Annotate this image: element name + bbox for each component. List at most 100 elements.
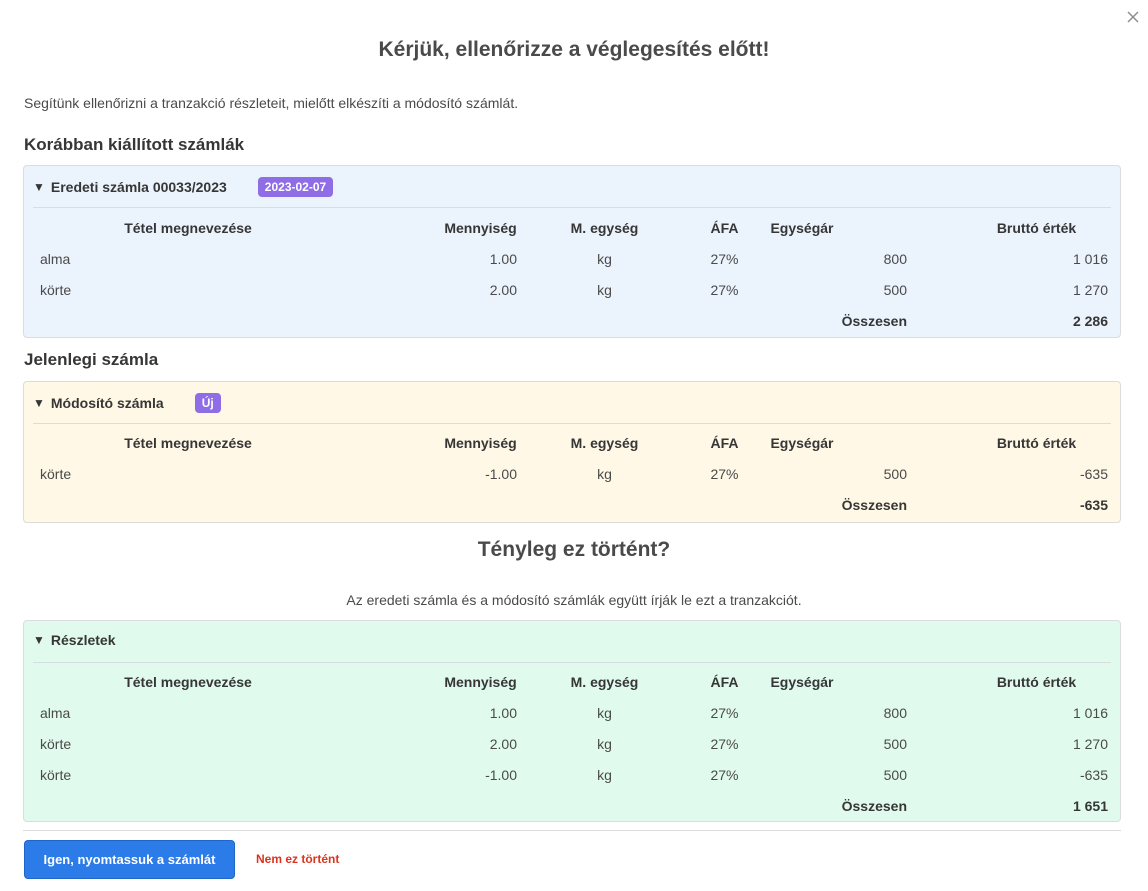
column-header: M. egység (570, 673, 639, 690)
empty-cell (692, 305, 757, 336)
empty-cell (24, 790, 314, 821)
column-header: Bruttó érték (996, 219, 1077, 236)
confirmation-subtitle: Az eredeti számla és a módosító számlák … (346, 592, 802, 608)
divider (33, 423, 1111, 424)
table-header-row: Tétel megnevezése Mennyiség M. egység ÁFA Eg… (24, 427, 1122, 458)
current-section-title: Jelenlegi számla (24, 350, 159, 369)
empty-cell (24, 305, 314, 336)
cell-unit: kg (597, 465, 612, 482)
dialog-title: Kérjük, ellenőrizze a véglegesítés előtt… (378, 38, 770, 61)
divider (33, 207, 1111, 208)
column-header: Mennyiség (444, 673, 517, 690)
total-row: Összesen -635 (24, 489, 1122, 520)
footer-divider (23, 830, 1121, 831)
caret-down-icon: ▼ (33, 396, 45, 410)
cell-gross: -635 (1079, 766, 1108, 783)
empty-cell (314, 489, 517, 520)
cell-gross: 1 016 (1072, 250, 1108, 267)
cell-name: körte (40, 465, 72, 482)
confirmation-question: Tényleg ez történt? (477, 538, 671, 561)
cell-gross: 1 270 (1072, 281, 1108, 298)
column-header: Bruttó érték (996, 434, 1077, 451)
previous-invoice-title: Eredeti számla 00033/2023 (50, 179, 227, 195)
current-invoice-header[interactable]: ▼ Módosító számla Új (33, 393, 221, 413)
cell-unit: kg (597, 250, 612, 267)
cell-qty: -1.00 (485, 766, 517, 783)
empty-cell (314, 790, 517, 821)
total-row: Összesen 1 651 (24, 790, 1122, 821)
column-header: Mennyiség (444, 434, 517, 451)
cell-name: körte (40, 766, 72, 783)
column-header: M. egység (570, 434, 639, 451)
details-table: Tétel megnevezése Mennyiség M. egység ÁFA Eg… (24, 666, 1122, 821)
divider (33, 662, 1111, 663)
cell-price: 800 (883, 704, 907, 721)
table-row: körte -1.00 kg 27% 500 -635 (24, 759, 1122, 790)
date-badge: 2023-02-07 (257, 177, 334, 197)
cell-vat: 27% (710, 735, 739, 752)
cell-name: körte (40, 281, 72, 298)
empty-cell (517, 305, 692, 336)
cell-price: 500 (883, 281, 907, 298)
total-value: 2 286 (1072, 312, 1108, 329)
previous-section-title: Korábban kiállított számlák (24, 135, 245, 154)
cell-vat: 27% (710, 250, 739, 267)
reject-link[interactable]: Nem ez történt (256, 852, 339, 866)
total-label: Összesen (841, 496, 907, 513)
cell-vat: 27% (710, 766, 739, 783)
cell-price: 500 (883, 735, 907, 752)
empty-cell (314, 305, 517, 336)
empty-cell (692, 489, 757, 520)
dialog-intro: Segítünk ellenőrizni a tranzakció részle… (24, 95, 519, 111)
table-row: körte 2.00 kg 27% 500 1 270 (24, 728, 1122, 759)
previous-invoice-panel: ▼ Eredeti számla 00033/2023 2023-02-07 T… (23, 165, 1121, 338)
cell-vat: 27% (710, 704, 739, 721)
cell-unit: kg (597, 281, 612, 298)
total-row: Összesen 2 286 (24, 305, 1122, 336)
column-header: ÁFA (710, 434, 739, 451)
previous-invoice-table: Tétel megnevezése Mennyiség M. egység ÁFA Eg… (24, 212, 1122, 336)
table-row: körte 2.00 kg 27% 500 1 270 (24, 274, 1122, 305)
column-header: ÁFA (710, 219, 739, 236)
total-value: -635 (1079, 496, 1108, 513)
cell-unit: kg (597, 704, 612, 721)
cell-gross: -635 (1079, 465, 1108, 482)
close-icon[interactable] (1124, 8, 1142, 26)
confirm-print-button[interactable]: Igen, nyomtassuk a számlát (24, 840, 235, 879)
details-header[interactable]: ▼ Részletek (33, 632, 115, 648)
cell-unit: kg (597, 735, 612, 752)
cell-price: 800 (883, 250, 907, 267)
column-header: Tétel megnevezése (124, 434, 252, 451)
column-header: Tétel megnevezése (124, 219, 252, 236)
cell-vat: 27% (710, 281, 739, 298)
cell-gross: 1 270 (1072, 735, 1108, 752)
cell-name: alma (40, 250, 71, 267)
cell-name: alma (40, 704, 71, 721)
table-header-row: Tétel megnevezése Mennyiség M. egység ÁFA Eg… (24, 666, 1122, 697)
cell-gross: 1 016 (1072, 704, 1108, 721)
caret-down-icon: ▼ (33, 633, 45, 647)
column-header: ÁFA (710, 673, 739, 690)
cell-qty: 1.00 (489, 250, 517, 267)
total-label: Összesen (841, 797, 907, 814)
current-invoice-table: Tétel megnevezése Mennyiség M. egység ÁFA Eg… (24, 427, 1122, 520)
cell-qty: 1.00 (489, 704, 517, 721)
previous-invoice-header[interactable]: ▼ Eredeti számla 00033/2023 2023-02-07 (33, 177, 334, 197)
new-badge: Új (194, 393, 221, 413)
empty-cell (24, 489, 314, 520)
empty-cell (692, 790, 757, 821)
cell-qty: 2.00 (489, 735, 517, 752)
cell-vat: 27% (710, 465, 739, 482)
column-header: M. egység (570, 219, 639, 236)
details-title: Részletek (50, 632, 116, 648)
cell-price: 500 (883, 465, 907, 482)
empty-cell (517, 790, 692, 821)
cell-price: 500 (883, 766, 907, 783)
details-panel: ▼ Részletek Tétel megnevezése Mennyiség M.… (23, 620, 1121, 822)
column-header: Mennyiség (444, 219, 517, 236)
table-row: alma 1.00 kg 27% 800 1 016 (24, 697, 1122, 728)
column-header: Egységár (770, 219, 834, 236)
cell-unit: kg (597, 766, 612, 783)
table-row: alma 1.00 kg 27% 800 1 016 (24, 243, 1122, 274)
column-header: Tétel megnevezése (124, 673, 252, 690)
